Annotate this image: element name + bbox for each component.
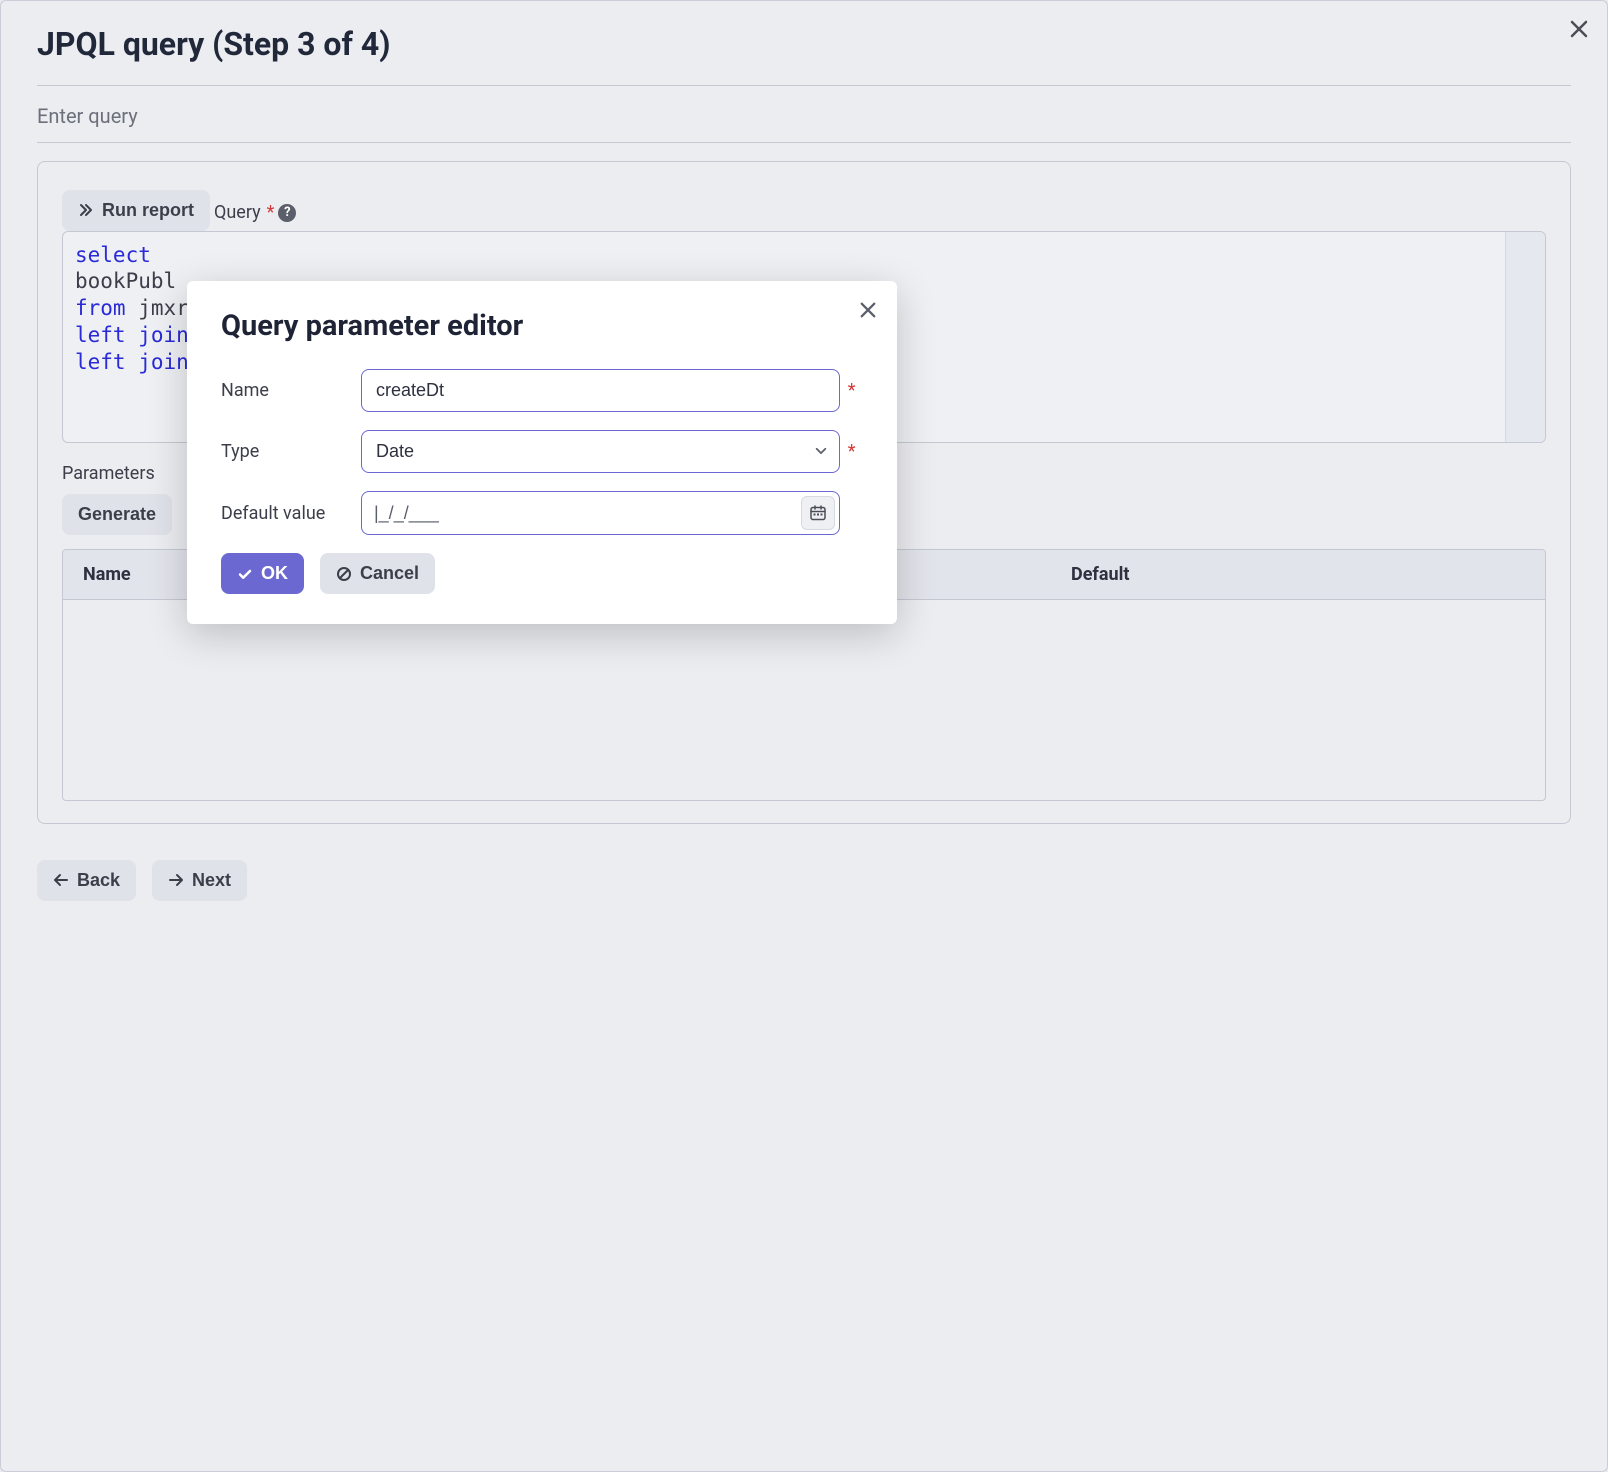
page-title: JPQL query (Step 3 of 4): [37, 25, 1571, 63]
form-row-type: Type *: [221, 430, 863, 473]
run-report-label: Run report: [102, 200, 194, 221]
check-icon: [237, 566, 253, 582]
dialog-title: Query parameter editor: [221, 309, 863, 343]
back-label: Back: [77, 870, 120, 891]
type-select[interactable]: [361, 430, 840, 473]
query-label-text: Query: [214, 202, 261, 223]
required-asterisk: *: [848, 380, 863, 401]
required-asterisk: *: [848, 441, 863, 462]
calendar-button[interactable]: [801, 496, 835, 530]
cancel-icon: [336, 566, 352, 582]
divider: [37, 142, 1571, 143]
ok-label: OK: [261, 563, 288, 584]
divider: [37, 85, 1571, 86]
type-label: Type: [221, 441, 361, 462]
default-value-label: Default value: [221, 503, 361, 524]
required-asterisk: *: [267, 202, 275, 223]
name-input[interactable]: [361, 369, 840, 412]
arrow-left-icon: [53, 872, 69, 888]
cancel-label: Cancel: [360, 563, 419, 584]
close-icon[interactable]: [1563, 13, 1595, 45]
help-icon[interactable]: ?: [278, 204, 296, 222]
page-subheading: Enter query: [37, 104, 1571, 128]
close-icon[interactable]: [853, 295, 883, 325]
calendar-icon: [809, 504, 827, 522]
name-label: Name: [221, 380, 361, 401]
form-row-default-value: Default value: [221, 491, 863, 535]
table-body: [63, 600, 1545, 800]
ok-button[interactable]: OK: [221, 553, 304, 594]
query-field-label: Query * ?: [214, 202, 296, 223]
query-parameter-editor-dialog: Query parameter editor Name * Type *: [187, 281, 897, 624]
wizard-page: JPQL query (Step 3 of 4) Enter query Run…: [0, 0, 1608, 1472]
cancel-button[interactable]: Cancel: [320, 553, 435, 594]
run-report-button[interactable]: Run report: [62, 190, 210, 231]
default-value-input[interactable]: [362, 497, 801, 530]
next-label: Next: [192, 870, 231, 891]
th-default: Default: [1051, 550, 1545, 599]
wizard-footer: Back Next: [37, 860, 1571, 901]
scrollbar[interactable]: [1505, 232, 1545, 442]
generate-label: Generate: [78, 504, 156, 525]
back-button[interactable]: Back: [37, 860, 136, 901]
arrow-right-icon: [168, 872, 184, 888]
next-button[interactable]: Next: [152, 860, 247, 901]
chevron-double-right-icon: [78, 202, 94, 218]
form-row-name: Name *: [221, 369, 863, 412]
dialog-footer: OK Cancel: [221, 553, 863, 594]
generate-button[interactable]: Generate: [62, 494, 172, 535]
